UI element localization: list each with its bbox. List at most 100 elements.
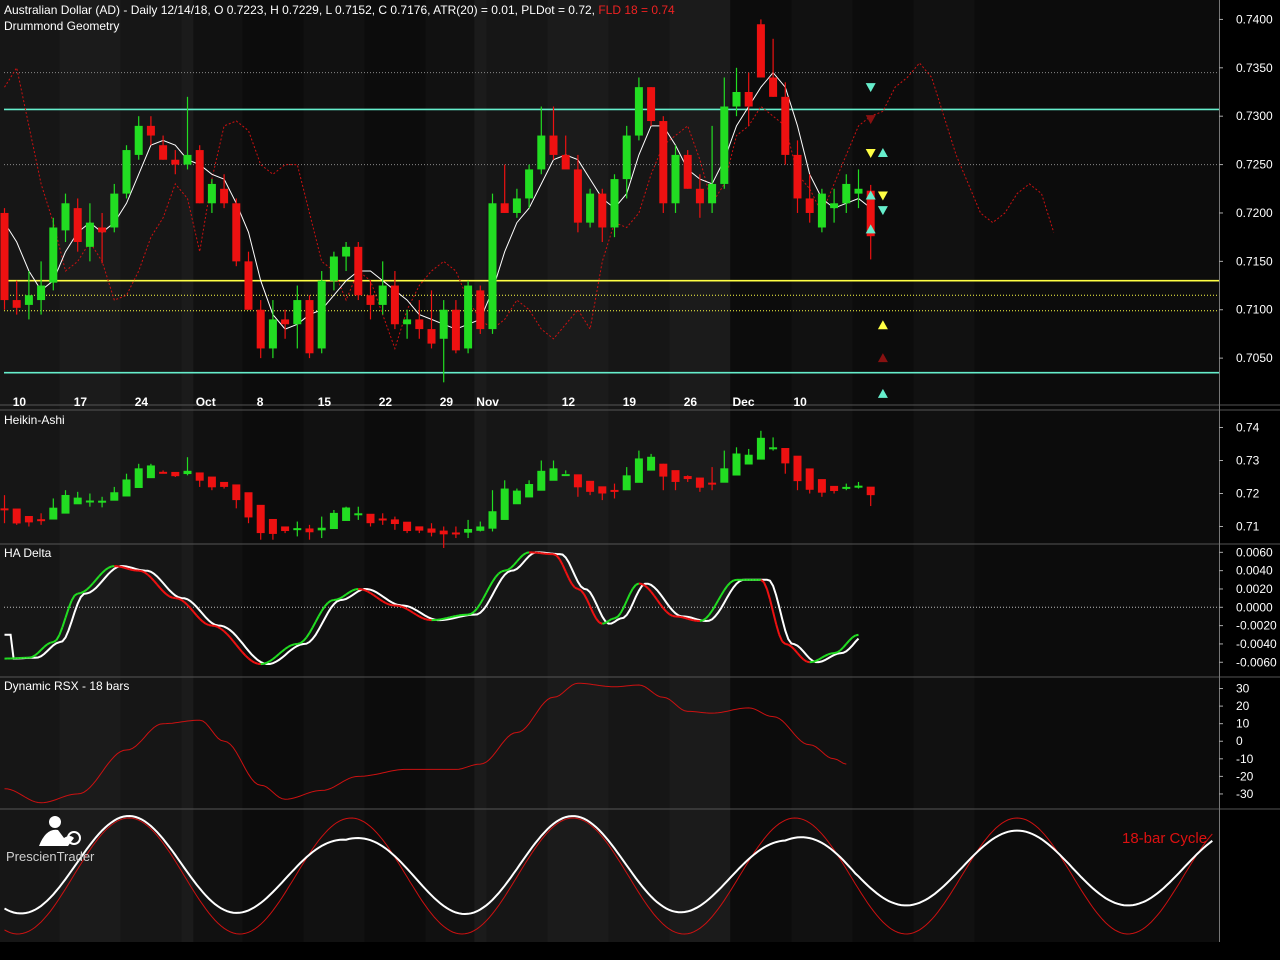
ha-delta-segment (290, 643, 295, 647)
ha-body (110, 492, 119, 501)
ha-delta-segment (501, 569, 505, 573)
candle-body (232, 203, 241, 262)
ha-body (525, 484, 534, 498)
ha-body (146, 465, 155, 479)
ha-delta-segment (205, 622, 210, 627)
ha-body (830, 485, 839, 492)
ha-body (427, 528, 436, 533)
candle-body (805, 198, 814, 213)
ha-delta-segment (266, 660, 271, 664)
ha-delta-segment (385, 602, 390, 606)
ha-delta-segment (681, 616, 685, 619)
candle-body (24, 295, 33, 305)
candle-body (598, 193, 607, 228)
ha-body (122, 479, 131, 497)
ha-body (793, 455, 802, 482)
ha-body (451, 532, 460, 535)
ha-delta-segment (129, 568, 133, 571)
week-band (913, 0, 974, 942)
ha-delta-segment (421, 617, 426, 621)
chart-title: Australian Dollar (AD) - Daily 12/14/18,… (4, 3, 675, 17)
x-tick-label: 10 (794, 395, 808, 409)
ha-body (464, 528, 473, 533)
ha-body (598, 486, 607, 494)
candle-body (744, 92, 753, 107)
candle-body (293, 300, 302, 325)
x-tick-label: 12 (562, 395, 576, 409)
ha-delta-segment (687, 617, 692, 621)
x-tick-label: 22 (379, 395, 393, 409)
rsx-tick-label: -30 (1236, 787, 1254, 801)
ha-body (610, 489, 619, 492)
ha-delta-segment (806, 660, 810, 664)
ha-body (634, 458, 643, 483)
candle-body (37, 285, 46, 301)
ha-body (561, 474, 570, 477)
week-band (303, 0, 364, 942)
ha-body (85, 500, 94, 503)
ha-delta-segment (504, 568, 508, 572)
ha-body (305, 528, 314, 533)
x-tick-label: 10 (13, 395, 27, 409)
ha-body (134, 468, 143, 488)
candle-body (683, 154, 692, 189)
ha-body (49, 507, 58, 520)
ha-delta-segment (107, 565, 112, 569)
ha-delta-segment (602, 622, 606, 625)
ha-body (268, 518, 277, 534)
ha-body (329, 512, 338, 530)
ha-delta-segment (611, 617, 615, 621)
ha-delta-segment (525, 551, 530, 555)
candle-body (488, 203, 497, 330)
x-tick-label: Dec (733, 395, 755, 409)
candle-body (134, 125, 143, 155)
ha-body (573, 474, 582, 488)
ha-body (232, 484, 241, 501)
ha-body (756, 437, 765, 460)
ha-body (549, 468, 558, 481)
candle-body (854, 188, 863, 194)
ha-delta-segment (418, 615, 423, 619)
candle-body (732, 92, 741, 107)
rsx-tick-label: 30 (1236, 682, 1250, 696)
ha-body (37, 519, 46, 522)
ha-body (671, 470, 680, 482)
ha-delta-segment (446, 616, 451, 620)
ha-body (366, 513, 375, 524)
panel-label-rsx: Dynamic RSX - 18 bars (4, 679, 129, 693)
delta-tick-label: 0.0040 (1236, 564, 1273, 578)
candle-body (451, 309, 460, 351)
ha-delta-segment (50, 641, 54, 644)
ha-delta-segment (254, 661, 258, 665)
ha-body (159, 471, 168, 474)
candle-body (403, 319, 412, 325)
ha-body (73, 497, 82, 505)
ha-body (439, 530, 448, 535)
panel-label-ha-delta: HA Delta (4, 546, 52, 560)
ha-delta-segment (855, 633, 859, 637)
ha-body (207, 476, 216, 488)
ha-body (256, 504, 265, 534)
candle-body (256, 309, 265, 349)
candle-body (220, 188, 229, 204)
ha-body (537, 470, 546, 491)
candle-body (329, 256, 338, 281)
ha-body (98, 500, 107, 503)
ha-body (293, 528, 302, 531)
ha-body (512, 490, 521, 505)
candle-body (647, 87, 656, 122)
candle-body (110, 193, 119, 228)
brand-name: PrescienTrader (6, 849, 95, 864)
ha-body (281, 526, 290, 532)
ha-delta-segment (638, 582, 643, 586)
ha-delta-segment (440, 617, 444, 621)
week-band (59, 0, 120, 942)
ha-body (183, 470, 192, 475)
ha-delta-segment (690, 618, 695, 622)
ha-delta-segment (425, 618, 429, 621)
ha-delta-segment (614, 616, 618, 620)
chart-canvas: 10 17 24 Oct 8 15 22 29 Nov 12 19 26 Dec 10 0.7400 0.7… (0, 0, 1280, 960)
ha-body (244, 492, 253, 518)
rsx-tick-label: -20 (1236, 769, 1254, 783)
candle-body (622, 135, 631, 180)
